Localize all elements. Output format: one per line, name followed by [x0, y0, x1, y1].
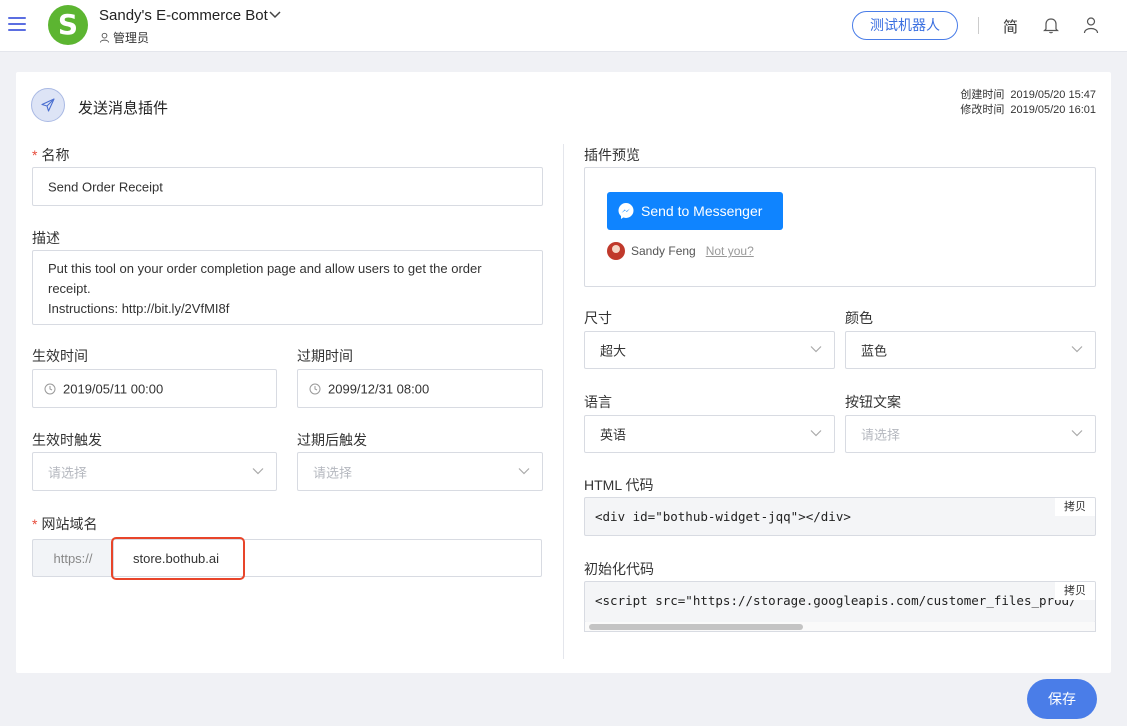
bell-icon[interactable] — [1042, 16, 1060, 34]
user-icon — [99, 32, 110, 43]
user-name: Sandy Feng — [631, 244, 696, 258]
html-code-label: HTML 代码 — [584, 477, 654, 493]
scrollbar-thumb[interactable] — [589, 624, 803, 630]
bot-name[interactable]: Sandy's E-commerce Bot — [99, 7, 268, 24]
chevron-down-icon — [810, 430, 822, 437]
timestamps: 创建时间 2019/05/20 15:47 修改时间 2019/05/20 16:0… — [960, 88, 1096, 118]
button-text-select[interactable]: 请选择 — [845, 415, 1096, 453]
not-you-link[interactable]: Not you? — [706, 244, 754, 258]
init-code: <script src="https://storage.googleapis.… — [595, 593, 1077, 608]
copy-button[interactable]: 拷贝 — [1055, 498, 1095, 516]
created-label: 创建时间 — [960, 89, 1005, 101]
messenger-user: Sandy Feng Not you? — [607, 242, 754, 260]
chevron-down-icon — [1071, 346, 1083, 353]
color-select[interactable]: 蓝色 — [845, 331, 1096, 369]
modified-value: 2019/05/20 16:01 — [1010, 104, 1096, 116]
start-time-picker[interactable]: 2019/05/11 00:00 — [32, 369, 277, 408]
preview-label: 插件预览 — [584, 147, 640, 163]
end-trigger-select[interactable]: 请选择 — [297, 452, 543, 491]
send-to-messenger-button[interactable]: Send to Messenger — [607, 192, 783, 230]
end-time-picker[interactable]: 2099/12/31 08:00 — [297, 369, 543, 408]
created-value: 2019/05/20 15:47 — [1010, 89, 1096, 101]
description-line: Instructions: http://bit.ly/2VfMI8f — [48, 301, 230, 316]
user-account-icon[interactable] — [1083, 16, 1099, 34]
start-trigger-select[interactable]: 请选择 — [32, 452, 277, 491]
role-text: 管理员 — [113, 31, 150, 45]
domain-label: * 网站域名 — [32, 516, 98, 532]
plugin-card: 发送消息插件 创建时间 2019/05/20 15:47 修改时间 2019/05/… — [16, 72, 1111, 673]
divider — [978, 17, 979, 34]
language-select[interactable]: 英语 — [584, 415, 835, 453]
size-label: 尺寸 — [584, 310, 612, 326]
chevron-down-icon — [518, 467, 530, 474]
plugin-preview: Send to Messenger Sandy Feng Not you? — [584, 167, 1096, 287]
name-label: * 名称 — [32, 147, 70, 163]
size-select[interactable]: 超大 — [584, 331, 835, 369]
test-bot-button[interactable]: 测试机器人 — [852, 11, 958, 40]
description-label: 描述 — [32, 230, 60, 246]
button-text-label: 按钮文案 — [845, 394, 901, 410]
name-input[interactable]: Send Order Receipt — [32, 167, 543, 206]
domain-prefix: https:// — [32, 539, 113, 577]
avatar — [607, 242, 625, 260]
init-code-label: 初始化代码 — [584, 561, 654, 577]
init-code-box[interactable]: <script src="https://storage.googleapis.… — [584, 581, 1096, 623]
clock-icon — [44, 383, 56, 395]
bot-logo: S — [48, 5, 88, 45]
description-textarea[interactable]: Put this tool on your order completion p… — [32, 250, 543, 325]
end-time-label: 过期时间 — [297, 348, 353, 364]
clock-icon — [309, 383, 321, 395]
messenger-icon — [618, 203, 634, 219]
role-label: 管理员 — [99, 29, 149, 46]
chevron-down-icon — [252, 467, 264, 474]
plugin-title: 发送消息插件 — [78, 100, 169, 117]
chevron-down-icon — [810, 346, 822, 353]
start-trigger-label: 生效时触发 — [32, 432, 102, 448]
modified-label: 修改时间 — [960, 104, 1005, 116]
save-button[interactable]: 保存 — [1027, 679, 1097, 719]
chevron-down-icon — [1071, 430, 1083, 437]
start-time-label: 生效时间 — [32, 348, 88, 364]
send-plugin-icon — [31, 88, 65, 122]
language-label: 语言 — [584, 394, 612, 410]
color-label: 颜色 — [845, 310, 873, 326]
domain-input[interactable]: store.bothub.ai — [113, 539, 542, 577]
top-bar: S Sandy's E-commerce Bot 管理员 测试机器人 简 — [0, 0, 1127, 52]
html-code-box[interactable]: <div id="bothub-widget-jqq"></div> 拷贝 — [584, 497, 1096, 536]
description-line: Put this tool on your order completion p… — [48, 261, 482, 296]
column-divider — [563, 144, 564, 659]
chevron-down-icon[interactable] — [268, 8, 282, 22]
copy-button[interactable]: 拷贝 — [1055, 582, 1095, 600]
html-code: <div id="bothub-widget-jqq"></div> — [595, 509, 851, 524]
language-toggle[interactable]: 简 — [1003, 16, 1018, 37]
end-trigger-label: 过期后触发 — [297, 432, 367, 448]
horizontal-scrollbar[interactable] — [584, 622, 1096, 632]
menu-icon[interactable] — [8, 17, 26, 31]
